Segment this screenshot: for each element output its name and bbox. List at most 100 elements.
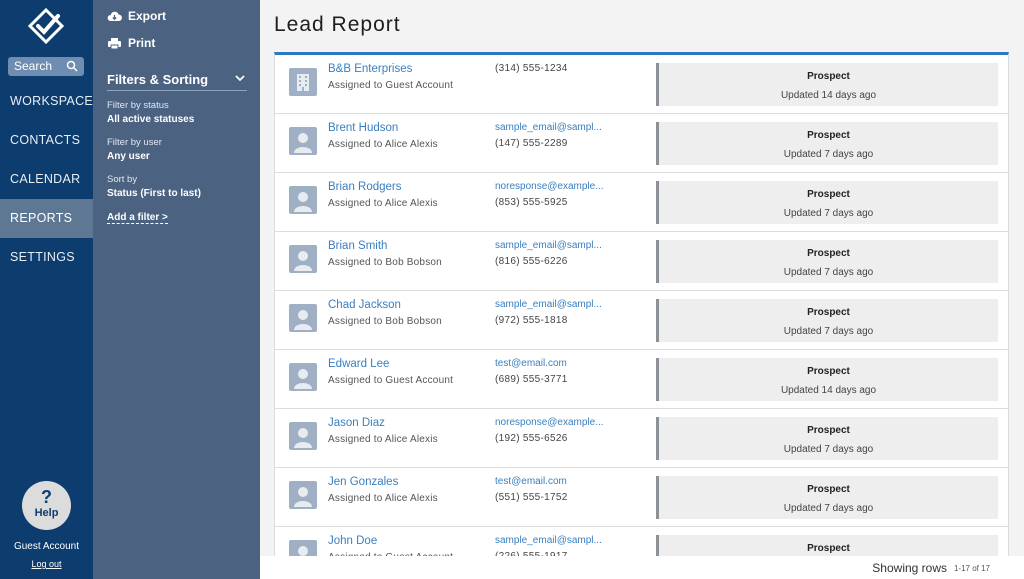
lead-phone[interactable]: (551) 555-1752: [495, 492, 568, 503]
lead-row[interactable]: Jen Gonzales Assigned to Alice Alexis te…: [275, 468, 1008, 527]
lead-updated: Updated 7 days ago: [783, 444, 874, 455]
lead-row[interactable]: Brent Hudson Assigned to Alice Alexis sa…: [275, 114, 1008, 173]
lead-assigned: Assigned to Alice Alexis: [328, 493, 438, 504]
lead-name-link[interactable]: Brian Smith: [328, 240, 387, 252]
lead-phone[interactable]: (147) 555-2289: [495, 138, 568, 149]
lead-assigned: Assigned to Alice Alexis: [328, 434, 438, 445]
lead-status: Prospect: [807, 189, 850, 200]
lead-email-link[interactable]: noresponse@example...: [495, 181, 607, 192]
lead-phone[interactable]: (314) 555-1234: [495, 63, 568, 74]
lead-status-box[interactable]: Prospect Updated 7 days ago: [656, 476, 998, 519]
account-name: Guest Account: [13, 541, 80, 552]
lead-status: Prospect: [807, 425, 850, 436]
search-box[interactable]: Search: [8, 57, 84, 76]
lead-status-box[interactable]: Prospect Updated 7 days ago: [656, 417, 998, 460]
lead-updated: Updated 14 days ago: [780, 90, 877, 101]
filter-panel: Export Print Filters & Sorting Filter by…: [93, 0, 260, 579]
nav-item-contacts[interactable]: CONTACTS: [0, 121, 93, 160]
lead-name-link[interactable]: Brent Hudson: [328, 122, 398, 134]
lead-updated: Updated 14 days ago: [780, 385, 877, 396]
main-nav: Search WORKSPACE CONTACTS CALENDAR REPOR…: [0, 0, 93, 579]
person-icon: [289, 304, 317, 332]
sort-by-value[interactable]: Status (First to last): [107, 188, 201, 199]
print-button[interactable]: Print: [107, 34, 155, 52]
lead-updated: Updated 7 days ago: [783, 208, 874, 219]
list-footer: Showing rows 1-17 of 17: [260, 556, 1024, 579]
filters-sorting-title: Filters & Sorting: [107, 72, 209, 87]
nav-item-calendar[interactable]: CALENDAR: [0, 160, 93, 199]
help-question-icon: ?: [41, 487, 52, 507]
showing-rows-label: Showing rows: [872, 561, 947, 575]
lead-name-link[interactable]: Brian Rodgers: [328, 181, 402, 193]
lead-email-link[interactable]: sample_email@sampl...: [495, 299, 607, 310]
app-logo-icon[interactable]: [28, 8, 64, 44]
lead-status-box[interactable]: Prospect Updated 7 days ago: [656, 299, 998, 342]
filters-sorting-header[interactable]: Filters & Sorting: [107, 72, 247, 91]
lead-name-link[interactable]: B&B Enterprises: [328, 63, 412, 75]
nav-item-reports[interactable]: REPORTS: [0, 199, 93, 238]
lead-phone[interactable]: (853) 555-5925: [495, 197, 568, 208]
logout-link[interactable]: Log out: [0, 559, 93, 569]
lead-status-box[interactable]: Prospect Updated 7 days ago: [656, 240, 998, 283]
filter-status-value[interactable]: All active statuses: [107, 114, 194, 125]
showing-rows-count: 1-17 of 17: [953, 564, 990, 573]
help-label: Help: [34, 507, 59, 519]
filter-user-value[interactable]: Any user: [107, 151, 150, 162]
lead-name-link[interactable]: John Doe: [328, 535, 377, 547]
lead-assigned: Assigned to Bob Bobson: [328, 316, 442, 327]
lead-row[interactable]: Brian Rodgers Assigned to Alice Alexis n…: [275, 173, 1008, 232]
lead-assigned: Assigned to Alice Alexis: [328, 198, 438, 209]
person-icon: [289, 245, 317, 273]
lead-row[interactable]: Brian Smith Assigned to Bob Bobson sampl…: [275, 232, 1008, 291]
add-filter-link[interactable]: Add a filter >: [107, 212, 168, 224]
nav-item-workspace[interactable]: WORKSPACE: [0, 82, 93, 121]
lead-email-link[interactable]: sample_email@sampl...: [495, 535, 607, 546]
lead-status: Prospect: [807, 484, 850, 495]
export-button[interactable]: Export: [107, 7, 166, 25]
lead-email-link[interactable]: test@email.com: [495, 358, 607, 369]
lead-phone[interactable]: (816) 555-6226: [495, 256, 568, 267]
person-icon: [289, 481, 317, 509]
lead-row[interactable]: Edward Lee Assigned to Guest Account tes…: [275, 350, 1008, 409]
lead-name-link[interactable]: Jason Diaz: [328, 417, 385, 429]
nav-item-settings[interactable]: SETTINGS: [0, 238, 93, 277]
lead-updated: Updated 7 days ago: [783, 503, 874, 514]
lead-status-box[interactable]: Prospect Updated 7 days ago: [656, 181, 998, 224]
lead-assigned: Assigned to Alice Alexis: [328, 139, 438, 150]
person-icon: [289, 127, 317, 155]
lead-status-box[interactable]: Prospect Updated 14 days ago: [656, 63, 998, 106]
lead-phone[interactable]: (192) 555-6526: [495, 433, 568, 444]
lead-status: Prospect: [807, 248, 850, 259]
search-label: Search: [14, 59, 53, 73]
building-icon: [289, 68, 317, 96]
lead-status: Prospect: [807, 130, 850, 141]
lead-updated: Updated 7 days ago: [783, 267, 874, 278]
lead-email-link[interactable]: test@email.com: [495, 476, 607, 487]
lead-updated: Updated 7 days ago: [783, 326, 874, 337]
search-icon: [66, 60, 78, 72]
lead-name-link[interactable]: Chad Jackson: [328, 299, 401, 311]
lead-row[interactable]: Jason Diaz Assigned to Alice Alexis nore…: [275, 409, 1008, 468]
lead-list: B&B Enterprises Assigned to Guest Accoun…: [274, 52, 1009, 579]
lead-updated: Updated 7 days ago: [783, 149, 874, 160]
help-button[interactable]: ? Help: [22, 481, 71, 530]
lead-phone[interactable]: (972) 555-1818: [495, 315, 568, 326]
lead-name-link[interactable]: Edward Lee: [328, 358, 389, 370]
person-icon: [289, 363, 317, 391]
lead-assigned: Assigned to Guest Account: [328, 375, 454, 386]
lead-email-link[interactable]: sample_email@sampl...: [495, 122, 607, 133]
lead-row[interactable]: B&B Enterprises Assigned to Guest Accoun…: [275, 55, 1008, 114]
lead-row[interactable]: Chad Jackson Assigned to Bob Bobson samp…: [275, 291, 1008, 350]
lead-status: Prospect: [807, 307, 850, 318]
lead-email-link[interactable]: sample_email@sampl...: [495, 240, 607, 251]
lead-phone[interactable]: (689) 555-3771: [495, 374, 568, 385]
lead-name-link[interactable]: Jen Gonzales: [328, 476, 398, 488]
print-label: Print: [128, 36, 156, 50]
sort-by-label: Sort by: [107, 174, 138, 185]
cloud-download-icon: [107, 11, 122, 21]
lead-status-box[interactable]: Prospect Updated 14 days ago: [656, 358, 998, 401]
lead-status-box[interactable]: Prospect Updated 7 days ago: [656, 122, 998, 165]
lead-status: Prospect: [807, 543, 850, 554]
main-content: Lead Report B&B Enterprises Assigned to …: [260, 0, 1024, 579]
lead-email-link[interactable]: noresponse@example...: [495, 417, 607, 428]
